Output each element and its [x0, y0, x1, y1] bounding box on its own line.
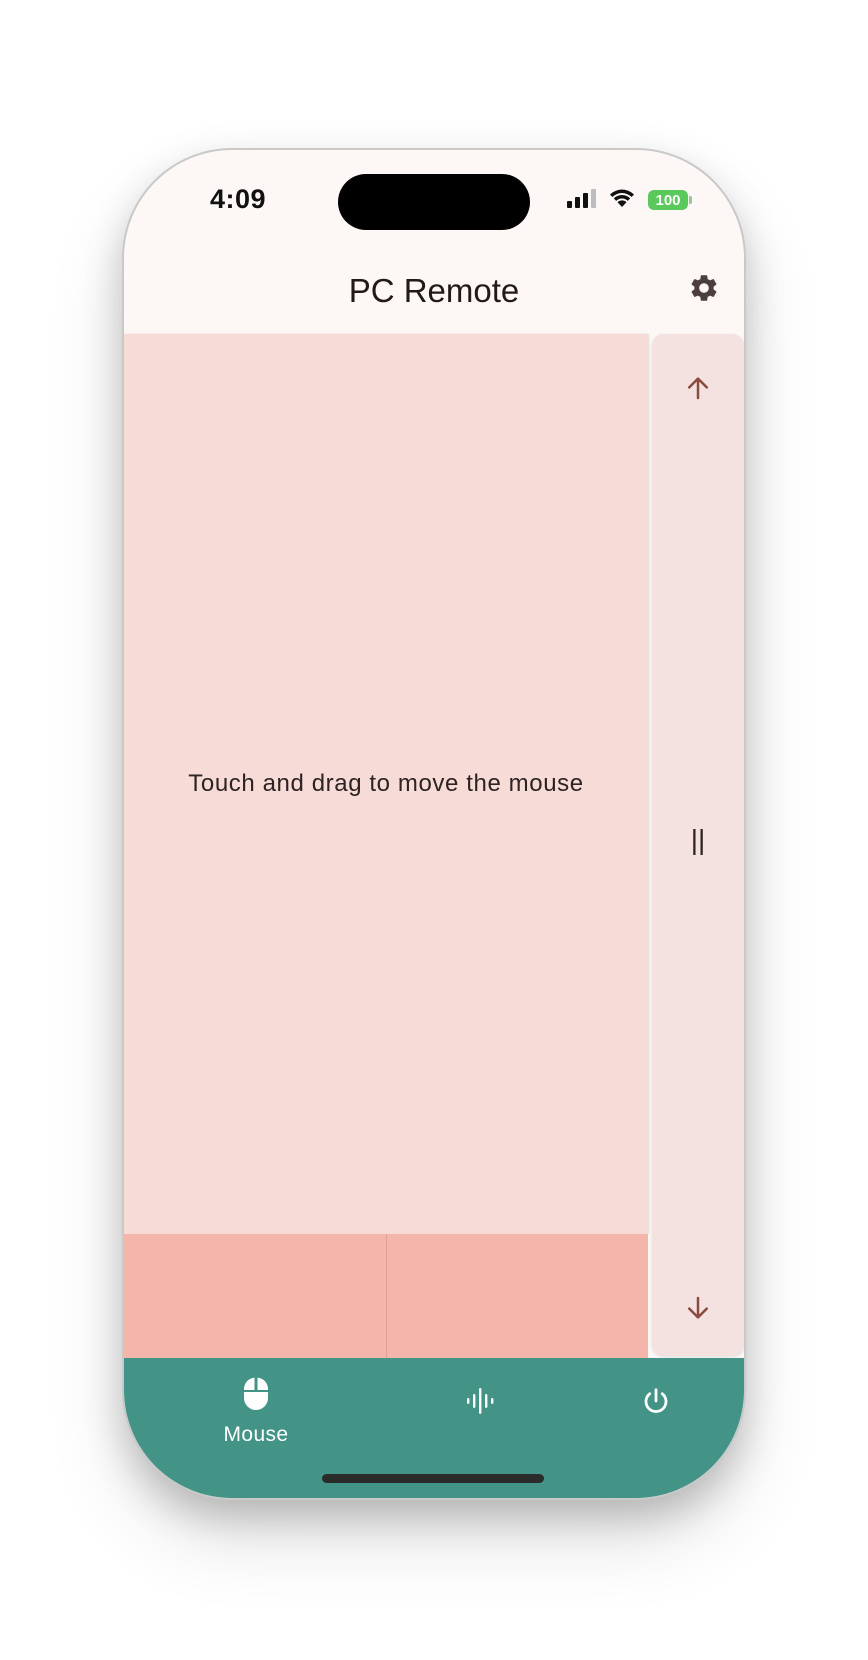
wifi-icon — [608, 187, 636, 214]
scroll-down-button[interactable] — [674, 1286, 722, 1334]
nav-item-mouse[interactable]: Mouse — [216, 1376, 296, 1447]
battery-icon: 100 — [648, 190, 692, 210]
battery-level: 100 — [648, 190, 688, 210]
arrow-down-icon — [683, 1293, 713, 1328]
app-bar: PC Remote — [124, 250, 744, 334]
settings-button[interactable] — [682, 268, 726, 312]
status-icons: 100 — [566, 188, 692, 212]
right-click-button[interactable] — [386, 1234, 648, 1358]
scroll-strip[interactable]: || — [652, 334, 744, 1356]
nav-item-power[interactable] — [630, 1386, 682, 1421]
nav-item-mouse-label: Mouse — [223, 1423, 289, 1446]
mouse-icon — [242, 1376, 270, 1417]
cellular-signal-icon — [566, 188, 596, 213]
mouse-buttons — [124, 1234, 648, 1358]
bottom-navigation: Mouse — [124, 1358, 744, 1498]
left-click-button[interactable] — [124, 1234, 387, 1358]
scroll-up-button[interactable] — [674, 366, 722, 414]
audio-waveform-icon — [465, 1386, 495, 1421]
scroll-handle[interactable]: || — [652, 824, 744, 856]
dynamic-island — [338, 174, 530, 230]
touchpad-area[interactable]: Touch and drag to move the mouse — [124, 334, 648, 1234]
page-title: PC Remote — [348, 272, 520, 309]
battery-cap — [689, 196, 692, 204]
status-time: 4:09 — [210, 184, 267, 214]
gear-icon — [688, 272, 720, 309]
power-icon — [641, 1386, 671, 1421]
touchpad-hint: Touch and drag to move the mouse — [188, 770, 584, 797]
home-indicator — [322, 1474, 544, 1483]
arrow-up-icon — [683, 373, 713, 408]
status-bar: 4:09 100 — [124, 150, 744, 250]
nav-item-audio[interactable] — [454, 1386, 506, 1421]
phone-frame: 4:09 100 PC Remote Touch and drag to mov… — [124, 150, 744, 1498]
